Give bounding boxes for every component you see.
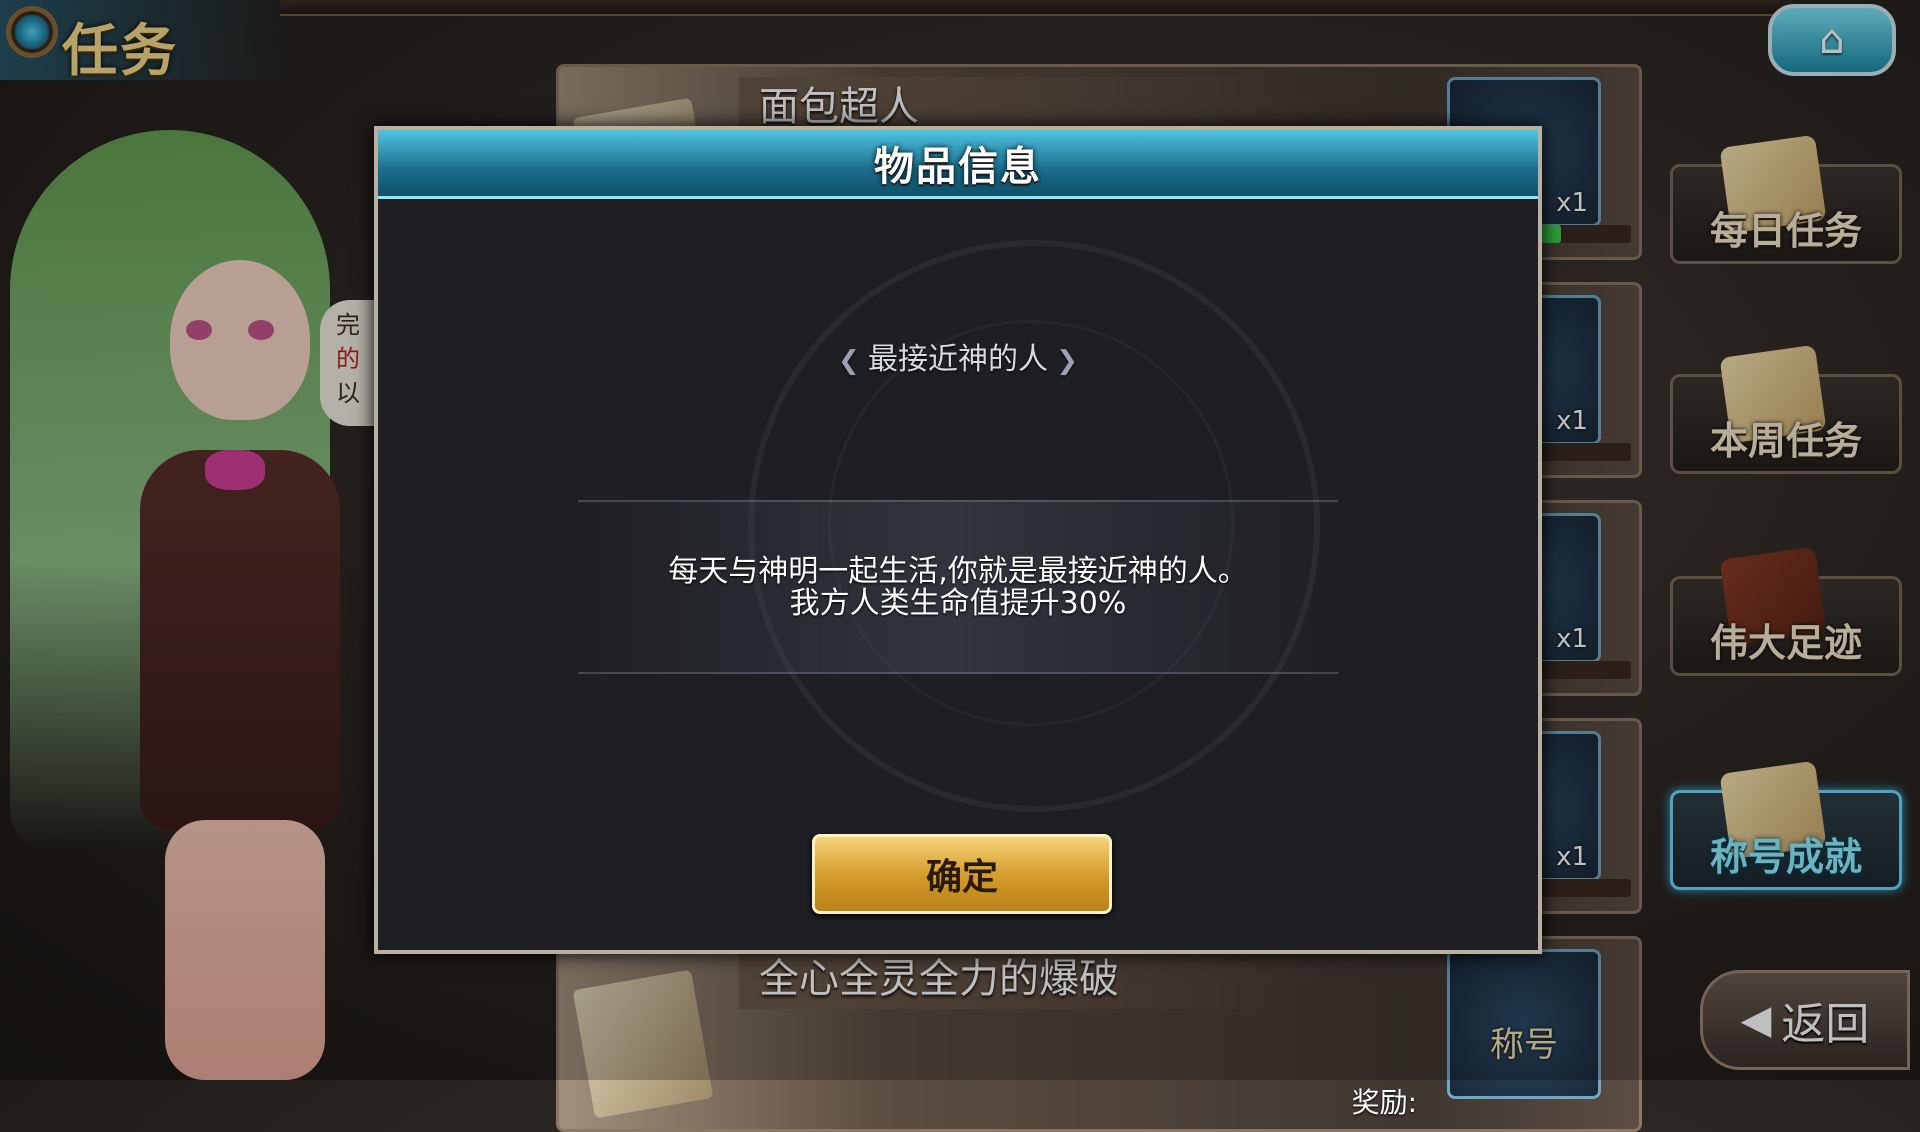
item-effect: 我方人类生命值提升30% xyxy=(789,586,1127,621)
confirm-label: 确定 xyxy=(925,857,998,898)
dialog-header: 物品信息 xyxy=(378,130,1538,199)
ornament-left-icon: ❮ xyxy=(837,346,868,376)
reward-label: 奖励: xyxy=(1351,1086,1417,1119)
item-name-text: 最接近神的人 xyxy=(868,342,1048,377)
dialog-title: 物品信息 xyxy=(874,144,1042,190)
item-info-dialog: 物品信息 ❮ 最接近神的人 ❯ 每天与神明一起生活,你就是最接近神的人。 我方人… xyxy=(374,126,1542,954)
confirm-button[interactable]: 确定 xyxy=(812,834,1112,914)
ornament-right-icon: ❯ xyxy=(1048,346,1079,376)
item-name: ❮ 最接近神的人 ❯ xyxy=(378,334,1538,378)
